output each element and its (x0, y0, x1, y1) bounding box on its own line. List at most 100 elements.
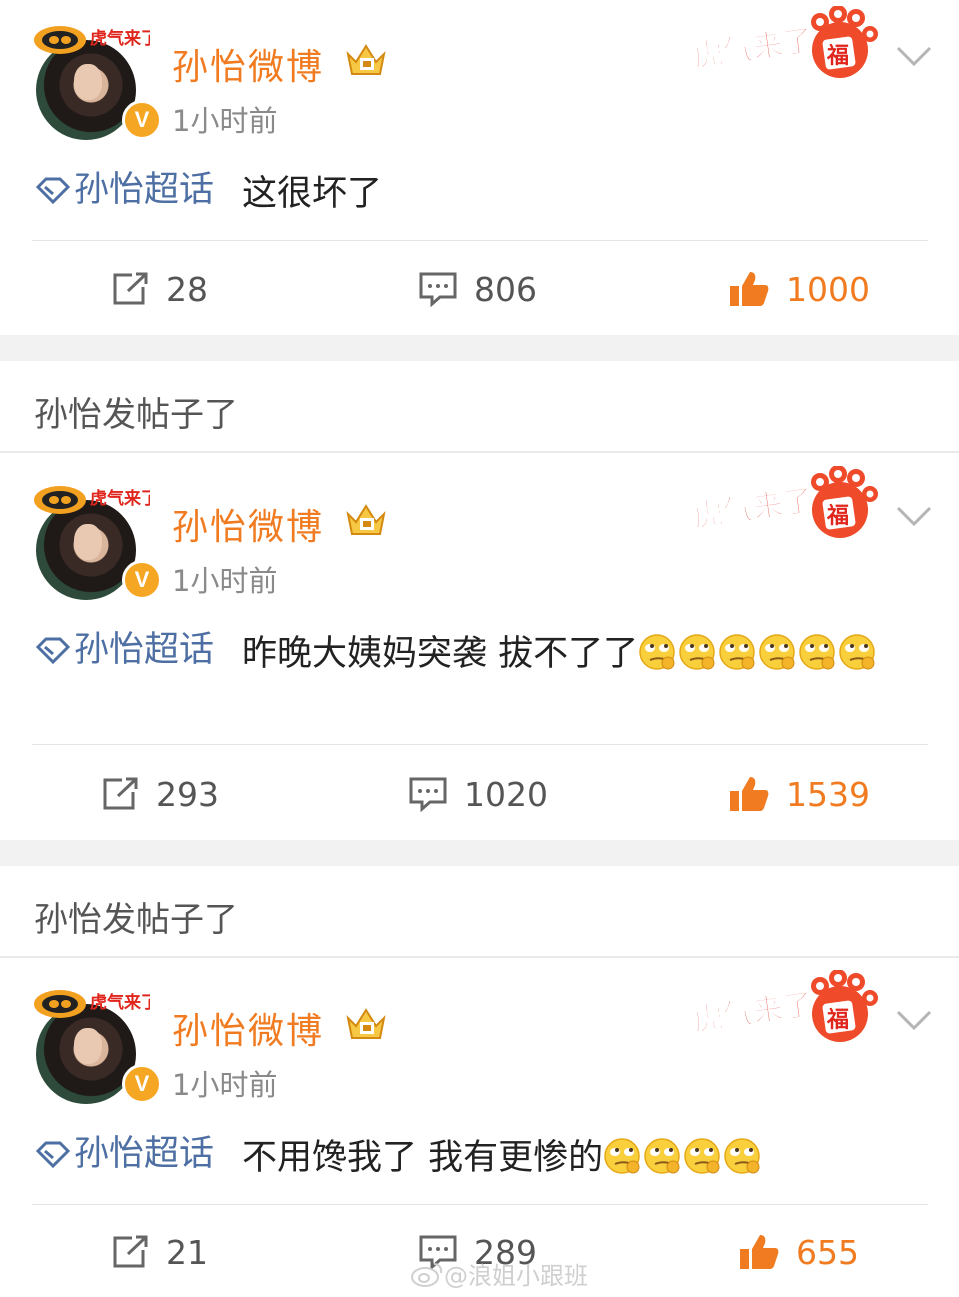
svg-text:福: 福 (826, 1008, 849, 1033)
watermark-text: @浪姐小跟班 (444, 1262, 588, 1290)
like-button[interactable]: 655 (738, 1222, 859, 1282)
svg-text:虎气来了: 虎气来了 (90, 488, 150, 509)
post-text: 不用馋我了 我有更惨的 (242, 1138, 604, 1178)
watermark: @浪姐小跟班 (410, 1256, 588, 1291)
repost-count: 293 (156, 774, 219, 814)
avatar[interactable]: 虎气来了 V (30, 478, 162, 600)
like-count: 1539 (786, 774, 870, 814)
post-text: 昨晚大姨妈突袭 拔不了了 (242, 634, 639, 674)
section-gap (0, 335, 959, 361)
post-content: 孙怡超话 昨晚大姨妈突袭 拔不了了 (34, 624, 929, 680)
tiger-avatar-frame-icon: 虎气来了 (34, 26, 150, 54)
eye-roll-emoji-icon (639, 634, 675, 670)
repost-icon (113, 272, 148, 305)
tiger-avatar-frame-icon: 虎气来了 (34, 486, 150, 514)
diamond-topic-icon (35, 177, 71, 205)
repost-header: 孙怡发帖子了 (0, 361, 959, 453)
divider (32, 744, 928, 745)
username[interactable]: 孙怡微博 (172, 38, 324, 90)
section-gap (0, 840, 959, 866)
eye-roll-emoji-icon (679, 634, 715, 670)
eye-roll-emoji-icon (684, 1138, 720, 1174)
repost-header: 孙怡发帖子了 (0, 866, 959, 958)
like-button[interactable]: 1000 (728, 259, 870, 319)
repost-icon (103, 777, 138, 810)
diamond-topic-icon (35, 637, 71, 665)
eye-roll-emoji-icon (839, 634, 875, 670)
tiger-year-banner-icon: 虎气来了 福 (691, 6, 878, 78)
comment-icon (409, 777, 447, 812)
post-card[interactable]: 虎气来了 V 孙怡微博 1小时前 虎气来了 福 孙怡超话 昨晚大姨妈突袭 拔不了… (0, 460, 959, 840)
thumbs-up-icon (740, 1235, 779, 1269)
comment-count: 806 (474, 269, 537, 309)
emoji-row (638, 634, 878, 674)
repost-button[interactable]: 293 (100, 764, 219, 824)
post-timestamp: 1小时前 (172, 104, 278, 138)
svg-text:虎气来了: 虎气来了 (691, 23, 815, 74)
username[interactable]: 孙怡微博 (172, 1002, 324, 1054)
divider (32, 240, 928, 241)
repost-icon (113, 1235, 148, 1268)
like-button[interactable]: 1539 (728, 764, 870, 824)
svg-text:虎气来了: 虎气来了 (691, 987, 815, 1038)
crown-membership-icon[interactable] (344, 1004, 388, 1044)
comment-button[interactable]: 1020 (408, 764, 548, 824)
comment-icon (419, 272, 457, 307)
chevron-down-icon[interactable] (894, 1006, 934, 1036)
tiger-year-banner-icon: 虎气来了 福 (691, 466, 878, 538)
repost-button[interactable]: 21 (110, 1222, 208, 1282)
supertopic-label: 孙怡超话 (74, 170, 215, 210)
comment-count: 1020 (464, 774, 548, 814)
post-card[interactable]: 虎气来了 V 孙怡微博 1小时前 虎气来了 福 孙怡超话 不用馋我了 我有更惨的 (0, 964, 959, 1297)
comment-button[interactable]: 806 (418, 259, 537, 319)
repost-button[interactable]: 28 (110, 259, 208, 319)
eye-roll-emoji-icon (799, 634, 835, 670)
supertopic-link[interactable]: 孙怡超话 (34, 164, 214, 216)
post-text: 这很坏了 (242, 174, 383, 214)
thumbs-up-icon (730, 272, 769, 306)
svg-text:虎气来了: 虎气来了 (90, 992, 150, 1013)
post-timestamp: 1小时前 (172, 564, 278, 598)
action-bar: 293 1020 1539 (0, 764, 959, 824)
emoji-row (603, 1138, 763, 1178)
like-count: 1000 (786, 269, 870, 309)
svg-text:福: 福 (826, 504, 849, 529)
verified-badge: V (122, 100, 162, 140)
repost-count: 21 (166, 1232, 208, 1272)
eye-roll-emoji-icon (719, 634, 755, 670)
repost-count: 28 (166, 269, 208, 309)
supertopic-label: 孙怡超话 (74, 1134, 215, 1174)
weibo-logo-icon (411, 1262, 443, 1287)
chevron-down-icon[interactable] (894, 42, 934, 72)
post-content: 孙怡超话 这很坏了 (34, 164, 929, 220)
supertopic-link[interactable]: 孙怡超话 (34, 624, 214, 676)
svg-text:虎气来了: 虎气来了 (691, 483, 815, 534)
thumbs-up-icon (730, 777, 769, 811)
post-timestamp: 1小时前 (172, 1068, 278, 1102)
svg-text:福: 福 (826, 44, 849, 69)
avatar[interactable]: 虎气来了 V (30, 18, 162, 140)
like-count: 655 (796, 1232, 859, 1272)
post-card[interactable]: 虎气来了 V 孙怡微博 1小时前 虎气来了 福 孙怡超话 这很坏了 28 806… (0, 0, 959, 335)
repost-header-label: 孙怡发帖子了 (34, 900, 238, 940)
supertopic-link[interactable]: 孙怡超话 (34, 1128, 214, 1180)
username[interactable]: 孙怡微博 (172, 498, 324, 550)
diamond-topic-icon (35, 1141, 71, 1169)
supertopic-label: 孙怡超话 (74, 630, 215, 670)
chevron-down-icon[interactable] (894, 502, 934, 532)
eye-roll-emoji-icon (644, 1138, 680, 1174)
tiger-year-banner-icon: 虎气来了 福 (691, 970, 878, 1042)
verified-badge: V (122, 560, 162, 600)
avatar[interactable]: 虎气来了 V (30, 982, 162, 1104)
crown-membership-icon[interactable] (344, 500, 388, 540)
eye-roll-emoji-icon (724, 1138, 760, 1174)
verified-badge: V (122, 1064, 162, 1104)
eye-roll-emoji-icon (759, 634, 795, 670)
crown-membership-icon[interactable] (344, 40, 388, 80)
divider (32, 1204, 928, 1205)
svg-text:虎气来了: 虎气来了 (90, 28, 150, 49)
tiger-avatar-frame-icon: 虎气来了 (34, 990, 150, 1018)
eye-roll-emoji-icon (604, 1138, 640, 1174)
action-bar: 28 806 1000 (0, 259, 959, 319)
repost-header-label: 孙怡发帖子了 (34, 395, 238, 435)
